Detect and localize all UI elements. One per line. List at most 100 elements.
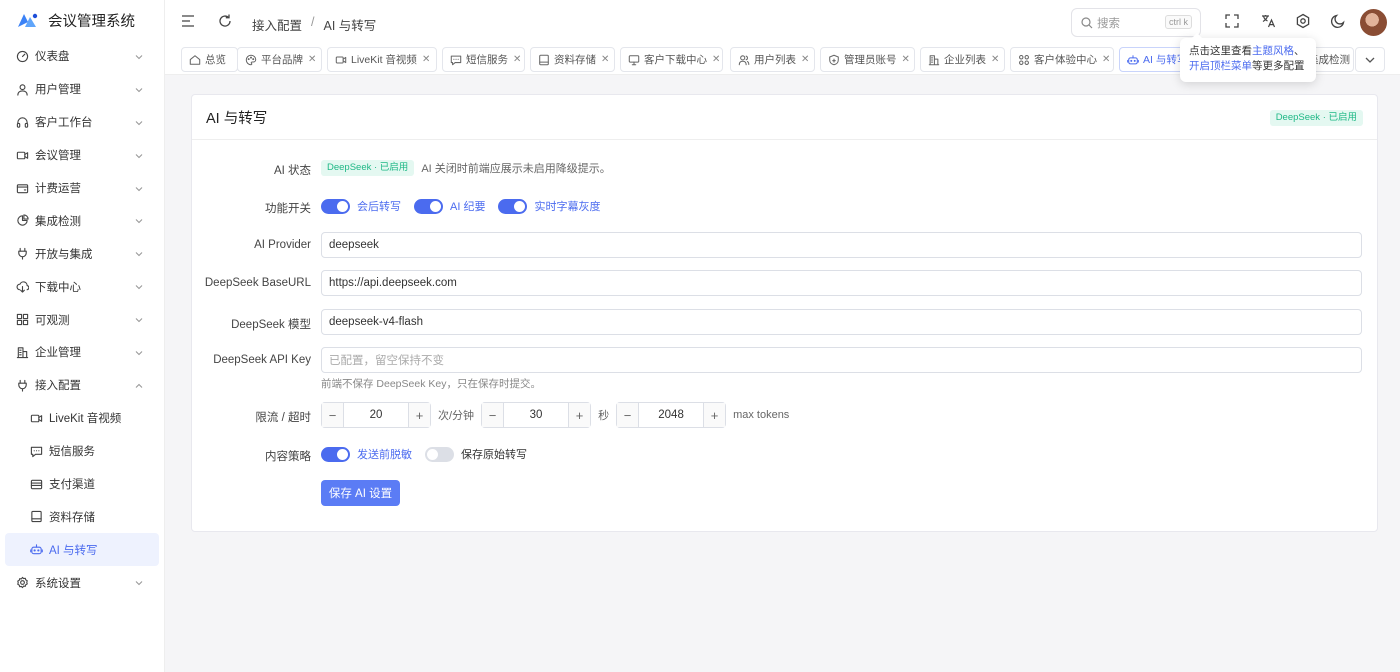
max-tokens-value[interactable]: 2048 xyxy=(639,403,703,427)
plug-icon xyxy=(16,247,29,260)
api-key-hint: 前端不保存 DeepSeek Key，只在保存时提交。 xyxy=(321,378,541,390)
sidebar-item-storage[interactable]: 资料存储 xyxy=(0,500,164,533)
ai-status-row: AI 状态 DeepSeek · 已启用 AI 关闭时前端应展示未启用降级提示。 xyxy=(192,155,1377,181)
tooltip-link-topmenu[interactable]: 开启顶栏菜单 xyxy=(1189,60,1252,72)
decrement-button[interactable]: − xyxy=(617,403,640,427)
increment-button[interactable]: + xyxy=(408,403,430,427)
toggle-switch[interactable] xyxy=(321,446,350,462)
sidebar-item-access-config[interactable]: 接入配置 xyxy=(0,369,164,402)
toggle-label: 发送前脱敏 xyxy=(357,449,412,461)
tab-2[interactable]: LiveKit 音视频 ✕ xyxy=(327,47,437,72)
provider-row: AI Provider deepseek xyxy=(192,232,1377,258)
sidebar-item-payment[interactable]: 支付渠道 xyxy=(0,468,164,501)
provider-input[interactable]: deepseek xyxy=(321,232,1362,258)
translate-icon[interactable] xyxy=(1260,13,1276,29)
building-icon xyxy=(16,346,29,359)
increment-button[interactable]: + xyxy=(568,403,591,427)
tab-3[interactable]: 短信服务 ✕ xyxy=(442,47,525,72)
tab-0[interactable]: 总览 xyxy=(181,47,238,72)
sidebar-item-integration-check[interactable]: 集成检测 xyxy=(0,204,164,237)
rate-limit-value[interactable]: 20 xyxy=(344,403,408,427)
breadcrumb-separator: / xyxy=(311,15,315,29)
timeout-value[interactable]: 30 xyxy=(504,403,568,427)
sidebar-item-users[interactable]: 用户管理 xyxy=(0,73,164,106)
max-tokens-stepper[interactable]: − 2048 + xyxy=(616,402,727,428)
breadcrumb: 接入配置 / AI 与转写 xyxy=(252,15,376,34)
app-logo[interactable]: 会议管理系统 xyxy=(0,0,164,40)
sidebar-item-label: 接入配置 xyxy=(35,380,81,393)
close-icon[interactable]: ✕ xyxy=(902,54,910,65)
close-icon[interactable]: ✕ xyxy=(422,54,430,65)
video-icon xyxy=(30,412,43,425)
sidebar-item-ai-transcription[interactable]: AI 与转写 xyxy=(5,533,159,567)
close-icon[interactable]: ✕ xyxy=(712,54,720,65)
baseurl-input[interactable]: https://api.deepseek.com xyxy=(321,270,1362,296)
close-icon[interactable]: ✕ xyxy=(991,54,999,65)
tokens-unit: max tokens xyxy=(733,409,790,421)
ai-status-note: AI 关闭时前端应展示未启用降级提示。 xyxy=(421,163,611,175)
sidebar-item-customer-workbench[interactable]: 客户工作台 xyxy=(0,106,164,139)
menu-toggle-icon[interactable] xyxy=(180,13,196,29)
tooltip-text: 点击这里查看 xyxy=(1189,45,1252,57)
tab-label: 平台品牌 xyxy=(261,54,303,66)
sidebar-item-label: 支付渠道 xyxy=(49,479,95,492)
tooltip-link-theme[interactable]: 主题风格 xyxy=(1252,45,1294,57)
sidebar-item-label: 可观测 xyxy=(35,314,70,327)
user-avatar[interactable] xyxy=(1360,9,1387,36)
sidebar-item-label: 企业管理 xyxy=(35,347,81,360)
toggle-switch[interactable] xyxy=(321,198,350,214)
fullscreen-icon[interactable] xyxy=(1224,13,1240,29)
breadcrumb-item[interactable]: 接入配置 xyxy=(252,15,302,34)
chevron-down-icon xyxy=(134,85,144,95)
robot-icon xyxy=(30,543,43,556)
decrement-button[interactable]: − xyxy=(322,403,344,427)
api-key-input[interactable]: 已配置，留空保持不变 xyxy=(321,347,1362,373)
search-input[interactable]: 搜索 ctrl k xyxy=(1071,8,1201,37)
sidebar-item-observability[interactable]: 可观测 xyxy=(0,303,164,336)
theme-settings-icon[interactable] xyxy=(1295,13,1311,29)
dark-mode-icon[interactable] xyxy=(1330,13,1346,29)
decrement-button[interactable]: − xyxy=(482,403,505,427)
close-icon[interactable]: ✕ xyxy=(601,54,609,65)
search-shortcut: ctrl k xyxy=(1165,15,1192,29)
tab-label: 客户体验中心 xyxy=(1034,54,1097,66)
tab-1[interactable]: 平台品牌 ✕ xyxy=(237,47,322,72)
tab-6[interactable]: 用户列表 ✕ xyxy=(730,47,815,72)
sidebar-item-open-integration[interactable]: 开放与集成 xyxy=(0,237,164,270)
sidebar-item-label: LiveKit 音视频 xyxy=(49,413,122,426)
close-icon[interactable]: ✕ xyxy=(308,54,316,65)
tab-5[interactable]: 客户下载中心 ✕ xyxy=(620,47,723,72)
close-icon[interactable]: ✕ xyxy=(1102,54,1110,65)
refresh-icon[interactable] xyxy=(217,13,233,29)
increment-button[interactable]: + xyxy=(703,403,726,427)
sidebar-item-livekit[interactable]: LiveKit 音视频 xyxy=(0,402,164,435)
field-label: DeepSeek 模型 xyxy=(231,319,311,331)
sidebar-item-downloads[interactable]: 下载中心 xyxy=(0,270,164,303)
chevron-up-icon xyxy=(134,381,144,391)
timeout-stepper[interactable]: − 30 + xyxy=(481,402,592,428)
save-ai-settings-button[interactable]: 保存 AI 设置 xyxy=(321,480,400,506)
model-input[interactable]: deepseek-v4-flash xyxy=(321,309,1362,335)
sidebar-item-label: 仪表盘 xyxy=(35,51,70,64)
sidebar-item-enterprise[interactable]: 企业管理 xyxy=(0,336,164,369)
sidebar-item-billing[interactable]: 计费运营 xyxy=(0,172,164,205)
tab-8[interactable]: 企业列表 ✕ xyxy=(920,47,1005,72)
card-icon xyxy=(30,478,43,491)
tabs-more-button[interactable] xyxy=(1355,47,1385,72)
sidebar-menu: 仪表盘用户管理 客户工作台 会议管理 计费运营 集成检测 开放与集成 下载中心可观测企业管理… xyxy=(0,40,164,599)
toggle-switch[interactable] xyxy=(498,198,528,214)
toggle-label: 保存原始转写 xyxy=(461,449,527,461)
tab-9[interactable]: 客户体验中心 ✕ xyxy=(1010,47,1114,72)
tab-4[interactable]: 资料存储 ✕ xyxy=(530,47,615,72)
rate-limit-stepper[interactable]: − 20 + xyxy=(321,402,431,428)
tab-7[interactable]: 管理员账号 ✕ xyxy=(820,47,915,72)
sidebar-item-meetings[interactable]: 会议管理 xyxy=(0,139,164,172)
close-icon[interactable]: ✕ xyxy=(513,54,521,65)
sidebar-item-sms[interactable]: 短信服务 xyxy=(0,435,164,468)
sidebar-item-dashboard[interactable]: 仪表盘 xyxy=(0,40,164,73)
toggle-switch[interactable] xyxy=(414,198,443,214)
toggle-switch[interactable] xyxy=(425,446,454,462)
search-placeholder: 搜索 xyxy=(1097,17,1120,30)
sidebar-item-system-settings[interactable]: 系统设置 xyxy=(0,566,164,599)
close-icon[interactable]: ✕ xyxy=(801,54,809,65)
